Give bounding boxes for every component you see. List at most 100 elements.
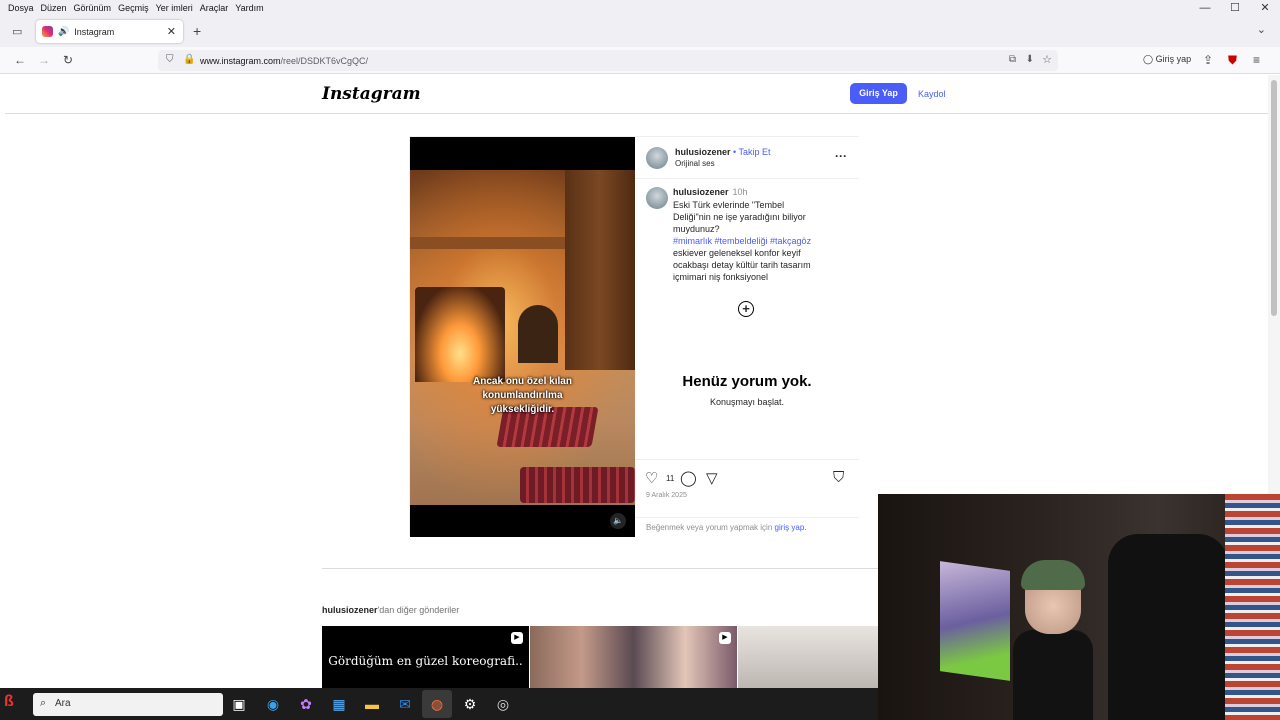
mail-icon[interactable]: ✉ [396,696,414,712]
more-posts-suffix: 'dan diğer gönderiler [377,605,460,615]
section-divider [322,568,882,569]
picture-in-picture-icon[interactable]: ⧉ [1009,54,1016,65]
reel-icon: ▶ [511,632,523,644]
menu-yardim[interactable]: Yardım [235,3,263,13]
like-count[interactable]: 11 [666,474,674,483]
caption-header: hulusiozener 10h [673,187,748,197]
file-explorer-icon[interactable]: ▬ [363,696,381,712]
save-page-icon[interactable]: ⬇ [1026,54,1034,65]
menu-gorunum[interactable]: Görünüm [74,3,112,13]
tab-list-icon[interactable]: ▭ [12,25,22,38]
webcam-bookshelf [1225,494,1280,720]
edge-icon[interactable]: ◉ [264,696,282,712]
caption-text: Eski Türk evlerinde "Tembel Deliği"nin n… [673,199,823,283]
obs-icon[interactable]: ◎ [494,696,512,712]
nav-bar: ← → ↻ ⛉ 🔒 www.instagram.com/reel/DSDKT6v… [0,47,1280,74]
more-post-thumbnail[interactable]: ▶ [530,626,737,688]
video-rug [520,467,635,503]
more-posts-owner[interactable]: hulusiozener [322,605,378,615]
more-posts-title: hulusiozener'dan diğer gönderiler [322,605,459,615]
caption-username[interactable]: hulusiozener [673,187,729,197]
webcam-painting [940,561,1010,681]
mute-icon[interactable]: 🔈 [610,513,626,529]
shield-icon[interactable]: ⛉ [166,54,174,65]
action-bar: ♡ 11 ◯ ▽ ⛉ [645,469,850,487]
webcam-person-hat [1021,560,1085,590]
avatar[interactable] [646,187,668,209]
taskbar-search[interactable]: ⌕ Ara [33,693,223,716]
window-controls: — ☐ ✕ [1190,0,1280,16]
account-login-label: Giriş yap [1155,54,1192,64]
store-icon[interactable]: ▦ [330,696,348,712]
search-icon: ⌕ [40,697,47,709]
more-post-thumbnail[interactable]: Gördüğüm en güzel koreografi.. ▶ [322,626,529,688]
video-beam [410,237,570,249]
bookmark-star-icon[interactable]: ☆ [1042,53,1052,66]
instagram-logo[interactable]: Instagram [322,84,421,104]
speaker-icon[interactable]: 🔊 [58,26,69,37]
reload-icon[interactable]: ↻ [63,53,73,67]
menu-yer-imleri[interactable]: Yer imleri [156,3,193,13]
actions-divider [635,459,859,460]
comment-icon[interactable]: ◯ [680,469,697,487]
menu-duzen[interactable]: Düzen [41,3,67,13]
reel-video[interactable]: Ancak onu özel kılan konumlandırılma yük… [410,137,635,537]
follow-button[interactable]: • Takip Et [733,147,771,157]
url-bar[interactable]: ⛉ 🔒 www.instagram.com/reel/DSDKT6vCgQC/ … [158,50,1058,71]
signup-link[interactable]: Kaydol [918,89,946,99]
post-card: Ancak onu özel kılan konumlandırılma yük… [409,136,859,537]
more-post-thumbnail[interactable] [738,626,878,688]
share-icon[interactable]: ▽ [706,469,718,487]
like-heart-icon[interactable]: ♡ [645,469,658,487]
post-username[interactable]: hulusiozener • Takip Et [675,147,771,157]
start-icon[interactable]: ß [4,693,30,715]
back-icon[interactable]: ← [14,53,26,67]
copilot-icon[interactable]: ✿ [297,696,315,712]
add-circle-icon[interactable]: + [738,301,754,317]
more-options-icon[interactable]: ··· [835,149,847,163]
task-view-icon[interactable]: ▣ [230,696,248,712]
video-niche [518,305,558,363]
account-login-button[interactable]: ◯ Giriş yap [1143,54,1191,65]
firefox-icon[interactable]: ◍ [428,696,446,712]
close-tab-icon[interactable]: ✕ [167,25,176,38]
extensions-icon[interactable]: ⇪ [1203,53,1213,67]
menu-icon[interactable]: ≡ [1253,53,1260,67]
webcam-chair [1108,534,1228,720]
maximize-icon[interactable]: ☐ [1220,0,1250,16]
login-prompt: Beğenmek veya yorum yapmak için giriş ya… [635,517,859,537]
url-host: www.instagram.com [200,55,281,66]
list-all-tabs-icon[interactable]: ⌄ [1257,23,1266,36]
scrollbar-thumb[interactable] [1271,80,1277,316]
ublock-icon[interactable]: ⛊ [1228,53,1237,68]
caption-time: 10h [732,187,748,197]
new-tab-icon[interactable]: + [193,23,201,39]
tab-title: Instagram [74,26,115,37]
lock-icon[interactable]: 🔒 [183,54,195,65]
menu-bar: Dosya Düzen Görünüm Geçmiş Yer imleri Ar… [0,0,1280,16]
post-date: 9 Aralık 2025 [646,492,687,499]
login-button[interactable]: Giriş Yap [850,83,907,104]
tab-instagram[interactable]: 🔊 Instagram ✕ [36,20,183,43]
taskbar: ß ⌕ Ara ▣ ◉ ✿ ▦ ▬ ✉ ◍ ⚙ ◎ [0,688,878,720]
menu-araclar[interactable]: Araçlar [200,3,229,13]
webcam-overlay [878,494,1280,720]
login-prompt-link[interactable]: giriş yap. [775,523,807,532]
account-icon: ◯ [1143,54,1154,64]
no-comments-title: Henüz yorum yok. [682,373,812,390]
menu-gecmis[interactable]: Geçmiş [118,3,149,13]
settings-gear-icon[interactable]: ⚙ [461,696,479,712]
menu-dosya[interactable]: Dosya [8,3,34,13]
save-bookmark-icon[interactable]: ⛉ [833,469,844,486]
audio-label[interactable]: Orijinal ses [675,159,715,168]
tab-bar: ▭ 🔊 Instagram ✕ + ⌄ [0,16,1280,47]
minimize-icon[interactable]: — [1190,0,1220,16]
caption-hashtags[interactable]: #mimarlık #tembeldeliği #takçagöz [673,235,823,247]
close-window-icon[interactable]: ✕ [1250,0,1280,16]
username-text[interactable]: hulusiozener [675,147,731,157]
forward-icon[interactable]: → [38,53,50,67]
taskbar-search-text: Ara [55,698,71,709]
avatar[interactable] [646,147,668,169]
url-path: /reel/DSDKT6vCgQC/ [280,55,369,66]
video-door [565,170,635,370]
